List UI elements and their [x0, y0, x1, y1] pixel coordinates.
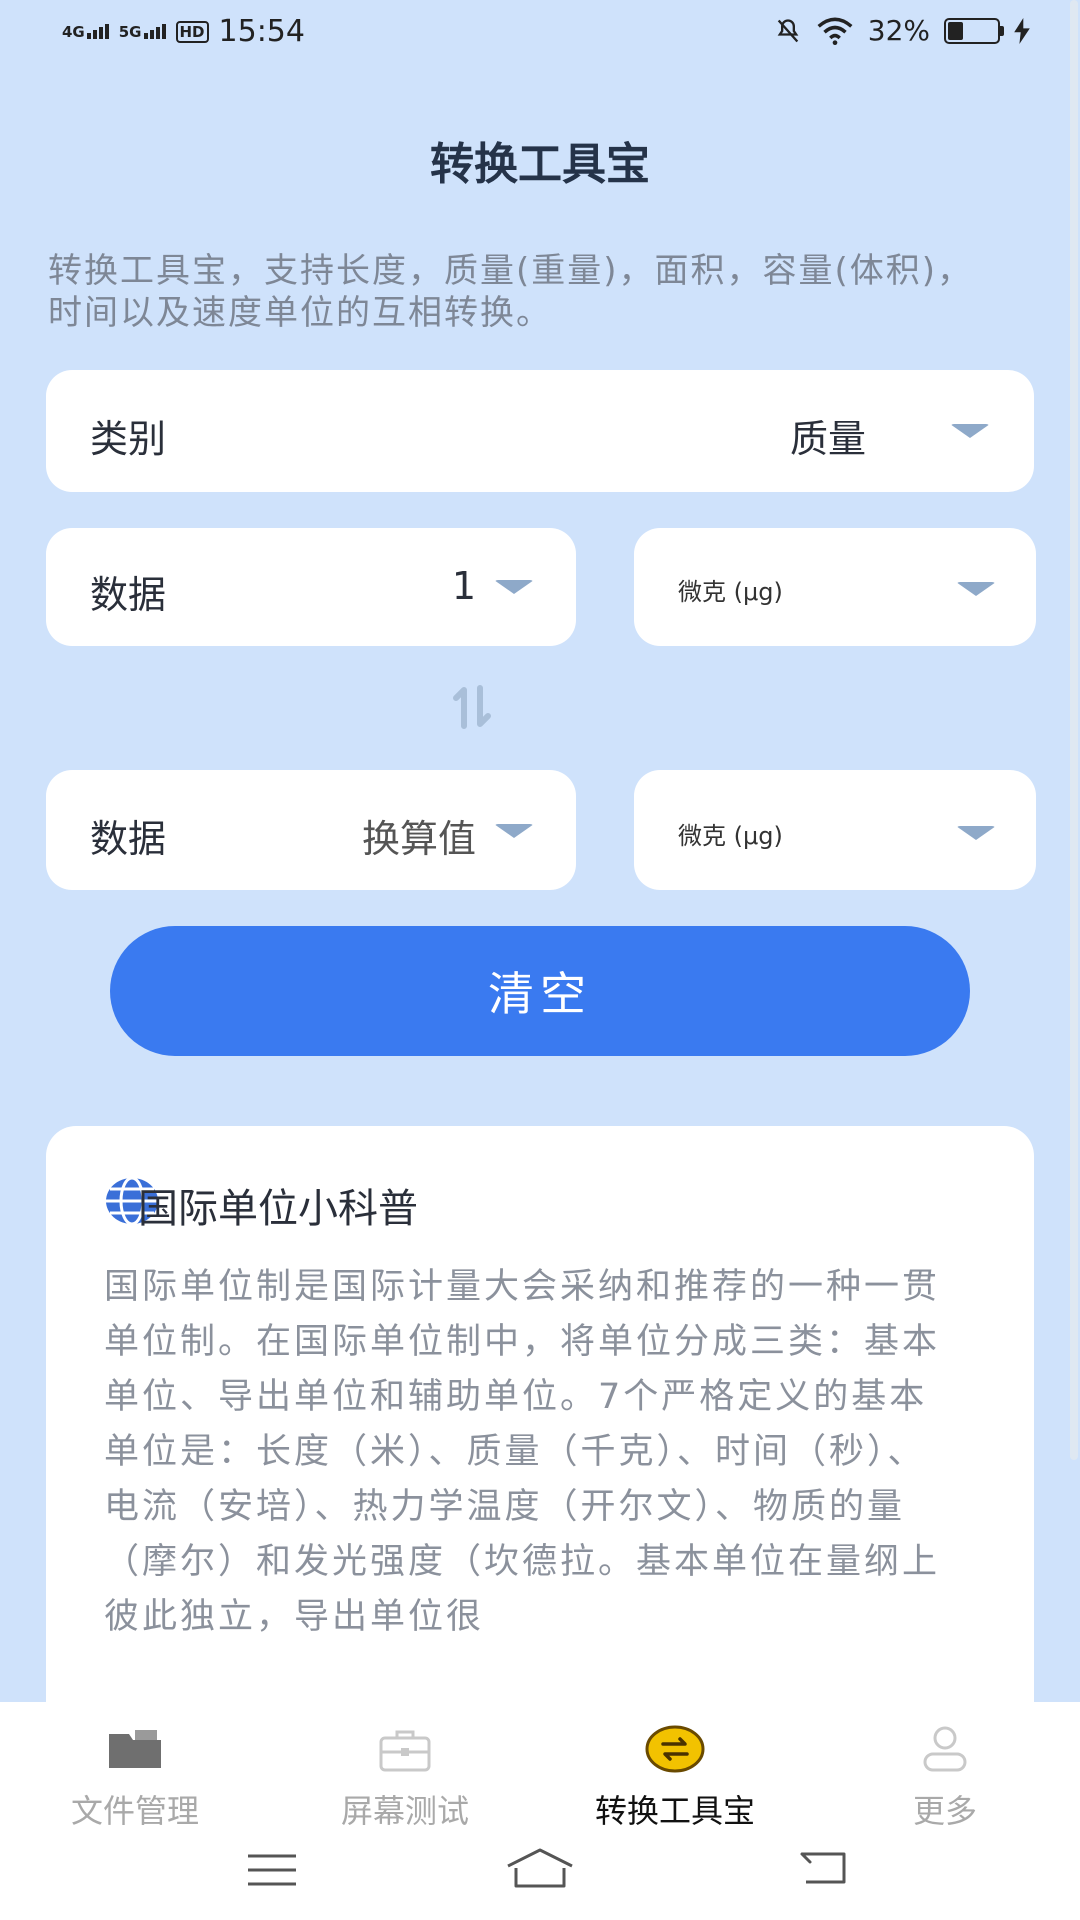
tab-more[interactable]: 更多 [815, 1724, 1075, 1832]
briefcase-icon [379, 1730, 431, 1772]
network-type-5g: 5G [118, 23, 142, 41]
description-text: 转换工具宝，支持长度，质量(重量)，面积，容量(体积)，时间以及速度单位的互相转… [48, 251, 974, 333]
tab-label: 转换工具宝 [594, 1792, 755, 1830]
status-time: 15:54 [218, 14, 305, 49]
info-body: 国际单位制是国际计量大会采纳和推荐的一种一贯单位制。在国际单位制中，将单位分成三… [104, 1267, 941, 1637]
network-type-4g: 4G [62, 23, 85, 41]
tab-converter[interactable]: 转换工具宝 [545, 1724, 805, 1832]
swap-vertical-icon[interactable] [448, 682, 498, 732]
chevron-down-icon [494, 580, 534, 594]
status-left: 4G 5G HD 15:54 [62, 14, 305, 49]
hd-voice-icon: HD [175, 20, 209, 43]
status-bar: 4G 5G HD 15:54 32% [0, 0, 1080, 70]
chevron-down-icon [956, 582, 996, 596]
input-unit: 微克 (μg) [678, 578, 783, 606]
input-unit-selector[interactable]: 微克 (μg) [634, 528, 1036, 646]
output-unit-selector[interactable]: 微克 (μg) [634, 770, 1036, 890]
battery-percent: 32% [867, 14, 930, 47]
signal-5g-icon: 5G [118, 23, 166, 41]
tab-label: 屏幕测试 [340, 1792, 469, 1830]
scrollbar[interactable] [1070, 0, 1078, 1460]
output-value: 换算值 [361, 817, 476, 861]
chevron-down-icon [956, 826, 996, 840]
input-value: 1 [451, 564, 476, 608]
page-title: 转换工具宝 [430, 139, 650, 190]
charging-icon [1014, 17, 1030, 44]
chevron-down-icon [950, 424, 990, 438]
output-value-field[interactable]: 数据 换算值 [46, 770, 576, 890]
input-label: 数据 [90, 573, 167, 617]
home-icon[interactable] [504, 1846, 576, 1890]
output-label: 数据 [90, 817, 167, 861]
wifi-icon [817, 17, 853, 45]
person-icon [923, 1726, 967, 1772]
battery-icon [944, 17, 1004, 44]
menu-icon[interactable] [246, 1852, 298, 1888]
folder-icon [109, 1730, 161, 1768]
status-right: 32% [774, 14, 1030, 47]
input-value-field[interactable]: 数据 1 [46, 528, 576, 646]
category-selector[interactable]: 类别 质量 [46, 370, 1034, 492]
tab-label: 更多 [912, 1792, 977, 1830]
swap-icon [645, 1725, 705, 1773]
category-value: 质量 [789, 417, 866, 461]
output-unit: 微克 (μg) [678, 822, 783, 850]
signal-4g-icon: 4G [62, 23, 109, 41]
clear-button[interactable]: 清空 [110, 926, 970, 1056]
info-title: 国际单位小科普 [138, 1186, 418, 1232]
mute-icon [777, 18, 799, 42]
tab-screen-test[interactable]: 屏幕测试 [275, 1724, 535, 1832]
chevron-down-icon [494, 824, 534, 838]
category-label: 类别 [90, 417, 167, 461]
system-nav-bar [0, 1840, 1080, 1900]
tab-file-manager[interactable]: 文件管理 [5, 1724, 265, 1832]
back-icon[interactable] [796, 1848, 852, 1888]
tab-label: 文件管理 [70, 1792, 199, 1830]
